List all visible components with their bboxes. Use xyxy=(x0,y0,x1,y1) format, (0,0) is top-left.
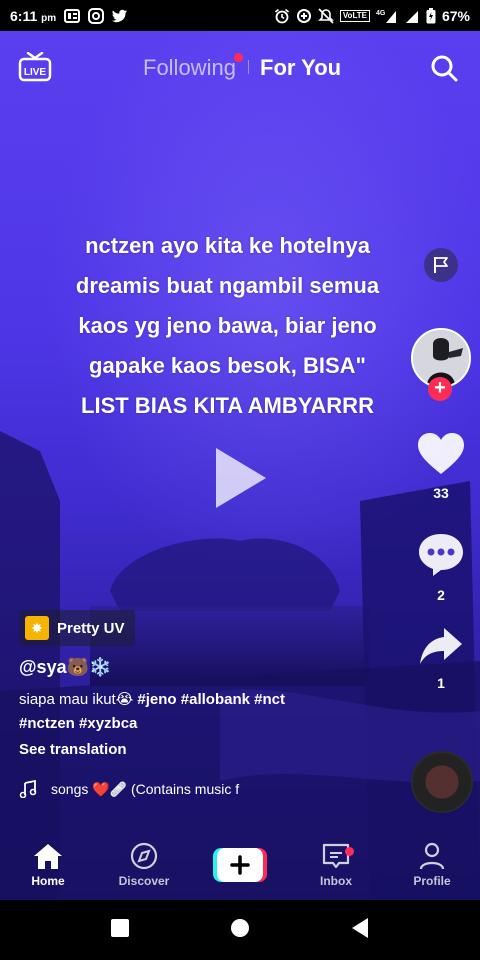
music-disc-icon[interactable] xyxy=(411,751,473,813)
tab-inbox-label: Inbox xyxy=(320,874,352,888)
tab-following[interactable]: Following xyxy=(143,55,236,81)
creator-username[interactable]: @sya🐻❄️ xyxy=(19,657,111,678)
see-translation-link[interactable]: See translation xyxy=(19,741,127,758)
following-notification-dot xyxy=(234,53,243,62)
top-nav: LIVE Following For You xyxy=(0,38,480,98)
hashtags[interactable]: #nctzen #xyzbca xyxy=(19,715,137,732)
back-triangle-icon[interactable] xyxy=(350,917,370,944)
inbox-icon xyxy=(322,843,350,869)
tab-profile[interactable]: Profile xyxy=(392,842,472,888)
description-text: siapa mau ikut😭 xyxy=(19,691,134,708)
video-player[interactable]: nctzen ayo kita ke hotelnya dreamis buat… xyxy=(0,31,480,900)
hashtags[interactable]: #jeno #allobank #nct xyxy=(137,691,285,708)
bottom-tab-bar: Home Discover Inbox Profile xyxy=(0,830,480,900)
battery-icon xyxy=(426,7,436,24)
sparkle-effect-icon: ✸ xyxy=(25,616,49,640)
inbox-notification-dot xyxy=(345,847,354,856)
status-time: 6:11 pm xyxy=(10,7,57,24)
tab-discover-label: Discover xyxy=(118,874,170,888)
overlay-line: LIST BIAS KITA AMBYARRR xyxy=(81,393,374,418)
svg-text:4G: 4G xyxy=(376,10,386,17)
tab-home-label: Home xyxy=(31,874,65,888)
home-icon xyxy=(34,844,62,869)
music-note-icon xyxy=(19,780,37,798)
overlay-line: nctzen ayo kita ke hotelnya xyxy=(85,233,370,258)
comment-icon[interactable] xyxy=(416,532,466,578)
news-app-icon xyxy=(64,8,81,24)
tab-divider xyxy=(248,60,249,74)
status-bar: 6:11 pm VoLTE 4G 67% xyxy=(0,0,480,31)
data-saver-icon xyxy=(296,8,312,24)
share-count: 1 xyxy=(437,675,445,691)
tab-create[interactable] xyxy=(200,848,280,882)
share-button[interactable]: 1 xyxy=(414,626,468,691)
person-icon xyxy=(419,842,445,870)
compass-icon xyxy=(130,842,158,870)
effect-name: Pretty UV xyxy=(57,619,125,637)
mute-icon xyxy=(317,7,334,24)
share-arrow-icon[interactable] xyxy=(418,626,464,666)
report-flag-icon[interactable] xyxy=(424,248,458,282)
create-plus-button[interactable] xyxy=(213,848,267,882)
post-description: siapa mau ikut😭 #jeno #allobank #nct #nc… xyxy=(19,688,319,736)
like-count: 33 xyxy=(433,485,449,501)
overlay-line: gapake kaos besok, BISA" xyxy=(89,353,366,378)
tab-profile-label: Profile xyxy=(413,874,451,888)
overlay-line: dreamis buat ngambil semua xyxy=(75,273,380,298)
tab-inbox[interactable]: Inbox xyxy=(296,842,376,888)
play-icon[interactable] xyxy=(212,446,268,510)
home-circle-icon[interactable] xyxy=(230,918,250,943)
comment-count: 2 xyxy=(437,587,445,603)
video-caption-overlay: nctzen ayo kita ke hotelnya dreamis buat… xyxy=(40,226,415,426)
instagram-icon xyxy=(88,7,105,24)
music-info[interactable]: songs ❤️🩹 (Contains music f xyxy=(19,780,259,798)
volte-badge: VoLTE xyxy=(339,9,370,22)
twitter-icon xyxy=(112,8,128,24)
live-label: LIVE xyxy=(24,67,47,78)
like-button[interactable]: 33 xyxy=(414,432,468,501)
system-nav-bar xyxy=(0,900,480,960)
search-icon[interactable] xyxy=(430,54,458,82)
alarm-icon xyxy=(274,8,290,24)
tab-for-you[interactable]: For You xyxy=(260,55,341,81)
signal-icon: 4G xyxy=(376,8,398,24)
effect-chip[interactable]: ✸ Pretty UV xyxy=(19,610,135,646)
recents-icon[interactable] xyxy=(110,918,130,943)
heart-icon[interactable] xyxy=(416,432,466,476)
overlay-line: kaos yg jeno bawa, biar jeno xyxy=(78,313,377,338)
live-button[interactable]: LIVE xyxy=(18,51,52,82)
tab-discover[interactable]: Discover xyxy=(104,842,184,888)
music-title: songs ❤️🩹 (Contains music f xyxy=(51,780,240,797)
comment-button[interactable]: 2 xyxy=(414,532,468,603)
tab-home[interactable]: Home xyxy=(8,842,88,888)
follow-plus-button[interactable]: + xyxy=(428,377,452,401)
signal-2-icon xyxy=(404,8,420,24)
battery-percent: 67% xyxy=(441,7,470,24)
